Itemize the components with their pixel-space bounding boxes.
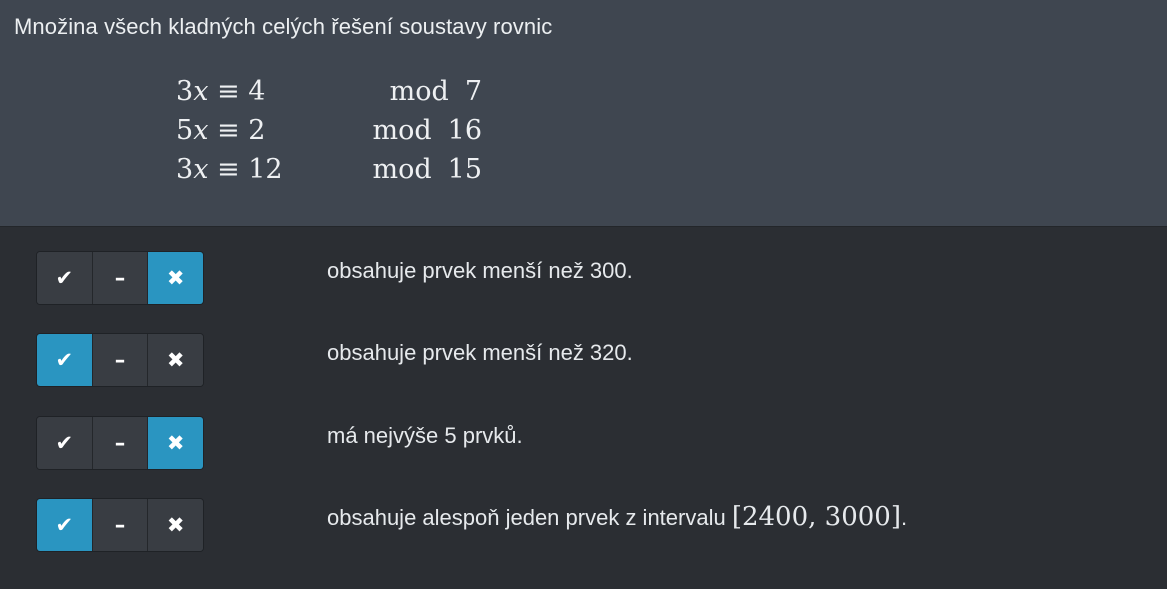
equation-congruence-symbol: ≡	[217, 154, 240, 185]
answer-true-button[interactable]: ✔	[37, 417, 93, 469]
equation-rhs: 4	[248, 76, 266, 107]
dash-icon: –	[114, 431, 126, 455]
answer-button-group: ✔ – ✖	[36, 498, 204, 552]
mod-label: mod	[389, 76, 449, 107]
answer-true-button[interactable]: ✔	[37, 252, 93, 304]
equation-coefficient: 5	[176, 115, 194, 146]
equation-variable: x	[193, 154, 209, 185]
answer-false-button[interactable]: ✖	[148, 499, 203, 551]
cross-icon: ✖	[166, 431, 185, 455]
cross-icon: ✖	[166, 348, 185, 372]
equation-row: 3x ≡ 12 mod 15	[176, 150, 496, 189]
cross-icon: ✖	[166, 266, 185, 290]
question-header: Množina všech kladných celých řešení sou…	[0, 0, 1167, 227]
equation-modulus-part: mod 15	[372, 150, 482, 189]
answer-false-button[interactable]: ✖	[148, 417, 203, 469]
answer-button-group: ✔ – ✖	[36, 333, 204, 387]
equation-variable: x	[193, 115, 209, 146]
check-icon: ✔	[55, 513, 74, 537]
statement-label: obsahuje alespoň jeden prvek z intervalu	[327, 505, 732, 530]
statement-row: ✔ – ✖ obsahuje alespoň jeden prvek z int…	[0, 498, 1167, 554]
equation-modulus-part: mod 7	[390, 72, 482, 111]
answer-neutral-button[interactable]: –	[92, 499, 149, 551]
statement-row: ✔ – ✖ obsahuje prvek menší než 300.	[0, 251, 1167, 307]
answer-neutral-button[interactable]: –	[92, 252, 149, 304]
equation-row: 3x ≡ 4 mod 7	[176, 72, 496, 111]
mod-label: mod	[372, 115, 432, 146]
equation-modulus-part: mod 16	[372, 111, 482, 150]
answer-button-group: ✔ – ✖	[36, 251, 204, 305]
equation-modulus: 7	[464, 76, 482, 107]
answer-button-group: ✔ – ✖	[36, 416, 204, 470]
question-title: Množina všech kladných celých řešení sou…	[14, 14, 553, 39]
equation-congruence-symbol: ≡	[217, 115, 240, 146]
equation-lhs: 3x ≡ 4	[176, 72, 265, 111]
statement-text: má nejvýše 5 prvků.	[327, 420, 523, 450]
statement-label: má nejvýše 5 prvků.	[327, 423, 523, 448]
equation-modulus: 15	[447, 154, 482, 185]
answer-true-button[interactable]: ✔	[37, 499, 93, 551]
check-icon: ✔	[55, 348, 74, 372]
statement-label: obsahuje prvek menší než 300.	[327, 258, 633, 283]
equation-modulus: 16	[447, 115, 482, 146]
dash-icon: –	[114, 513, 126, 537]
statement-text: obsahuje prvek menší než 300.	[327, 255, 633, 285]
equation-lhs: 5x ≡ 2	[176, 111, 265, 150]
dash-icon: –	[114, 348, 126, 372]
statement-row: ✔ – ✖ obsahuje prvek menší než 320.	[0, 333, 1167, 389]
answer-neutral-button[interactable]: –	[92, 417, 149, 469]
statement-label: obsahuje prvek menší než 320.	[327, 340, 633, 365]
equation-lhs: 3x ≡ 12	[176, 150, 283, 189]
answer-false-button[interactable]: ✖	[148, 334, 203, 386]
equation-congruence-symbol: ≡	[217, 76, 240, 107]
equation-row: 5x ≡ 2 mod 16	[176, 111, 496, 150]
equation-coefficient: 3	[176, 154, 194, 185]
equation-rhs: 2	[248, 115, 266, 146]
check-icon: ✔	[55, 266, 74, 290]
check-icon: ✔	[55, 431, 74, 455]
answer-neutral-button[interactable]: –	[92, 334, 149, 386]
dash-icon: –	[114, 266, 126, 290]
answer-false-button[interactable]: ✖	[148, 252, 203, 304]
statement-math: [2400, 3000]	[731, 502, 901, 532]
equation-coefficient: 3	[176, 76, 194, 107]
statement-suffix: .	[900, 505, 908, 530]
mod-label: mod	[372, 154, 432, 185]
statement-text: obsahuje prvek menší než 320.	[327, 337, 633, 367]
equation-rhs: 12	[248, 154, 283, 185]
cross-icon: ✖	[166, 513, 185, 537]
equation-system: 3x ≡ 4 mod 7 5x ≡ 2 mod 16 3x ≡ 12 mod 15	[176, 72, 496, 189]
statement-text: obsahuje alespoň jeden prvek z intervalu…	[327, 502, 907, 532]
equation-variable: x	[193, 76, 209, 107]
statement-row: ✔ – ✖ má nejvýše 5 prvků.	[0, 416, 1167, 472]
answer-true-button[interactable]: ✔	[37, 334, 93, 386]
